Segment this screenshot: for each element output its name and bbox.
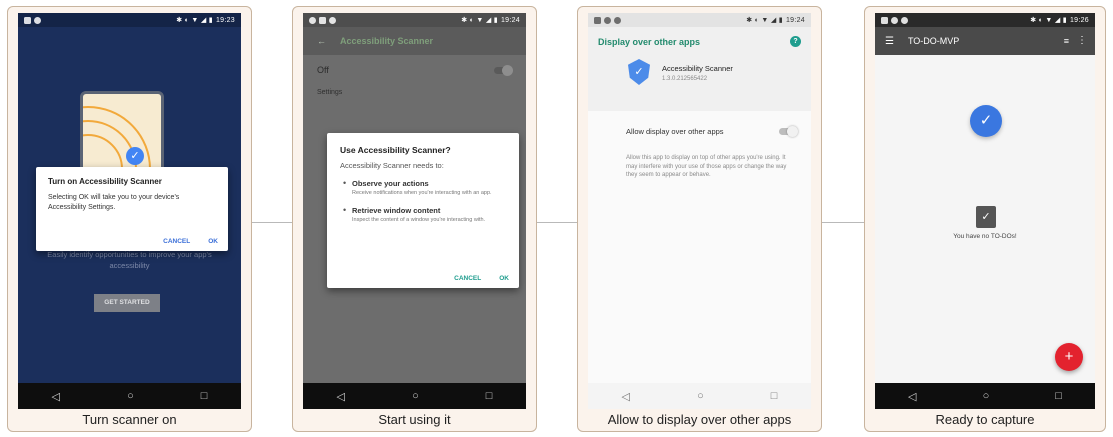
cancel-button[interactable]: CANCEL [163,238,190,245]
notification-icon [24,16,31,24]
connector-line [252,222,292,223]
tagline: Easily identify opportunities to improve… [47,250,212,270]
connector-line [822,222,864,223]
ok-button[interactable]: OK [208,238,218,245]
signal-icon: ✱ ◐ ▼ ◢ ▮ [461,17,498,24]
permission-item: Observe your actions Receive notificatio… [340,178,506,197]
navigation-bar: ◁ ○ □ [18,383,241,409]
scanner-check-icon[interactable]: ✓ [970,105,1002,137]
connector-line [537,222,577,223]
dialog-subtitle: Accessibility Scanner needs to: [340,161,444,170]
signal-icon: ✱ ◐ ▼ ◢ ▮ [1030,17,1067,24]
notification-icon [604,16,611,24]
empty-state-text: You have no TO-DOs! [953,233,1017,240]
navigation-bar: ◁ ○ □ [875,383,1095,409]
status-bar: ✱ ◐ ▼ ◢ ▮ 19:23 [18,13,241,27]
app-bar-title: TO-DO-MVP [907,36,960,46]
notification-icon [901,16,908,24]
phone-screen: ✱ ◐ ▼ ◢ ▮ 19:26 ☰ TO-DO-MVP ≡ ⋮ ✓ ✓ You h… [875,13,1095,409]
navigation-bar: ◁ ○ □ [303,383,526,409]
home-icon[interactable]: ○ [697,390,704,402]
status-bar: ✱ ◐ ▼ ◢ ▮ 19:24 [303,13,526,27]
dialog-body: Selecting OK will take you to your devic… [48,194,180,211]
permission-item: Retrieve window content Inspect the cont… [340,205,506,224]
menu-icon[interactable]: ☰ [885,36,894,47]
shield-check-icon: ✓ [628,59,650,85]
back-icon[interactable]: ◁ [337,390,345,403]
status-time: 19:23 [215,16,235,24]
phone-screen: ✱ ◐ ▼ ◢ ▮ 19:24 Display over other apps ?… [588,13,811,409]
home-icon[interactable]: ○ [983,390,990,402]
notification-icon [891,16,898,24]
back-icon[interactable]: ◁ [52,390,60,403]
add-todo-button[interactable]: + [1055,343,1083,371]
notification-icon [881,16,888,24]
check-icon: ✓ [126,147,144,165]
turn-on-dialog: Turn on Accessibility Scanner Selecting … [36,167,228,251]
service-toggle-row[interactable]: Off [303,55,526,85]
status-bar: ✱ ◐ ▼ ◢ ▮ 19:26 [875,13,1095,27]
dialog-title: Turn on Accessibility Scanner [48,177,162,186]
panel-caption: Ready to capture [935,412,1035,427]
app-version: 1.3.0.212565422 [662,76,708,82]
filter-icon[interactable]: ≡ [1064,36,1069,46]
notification-icon [309,16,316,24]
panel-caption: Start using it [378,412,451,427]
app-bar: ☰ TO-DO-MVP ≡ ⋮ [875,27,1095,55]
help-icon[interactable]: ? [790,36,801,47]
app-bar: ← Accessibility Scanner [303,27,526,55]
status-time: 19:24 [500,16,520,24]
ok-button[interactable]: OK [499,275,509,282]
allow-display-row[interactable]: Allow display over other apps [588,121,811,141]
get-started-button[interactable]: GET STARTED [94,294,160,312]
settings-header: Display over other apps ? ✓ Accessibilit… [588,27,811,111]
allow-description: Allow this app to display on top of othe… [626,155,787,178]
use-scanner-dialog: Use Accessibility Scanner? Accessibility… [327,133,519,288]
panel-display-over-apps: ✱ ◐ ▼ ◢ ▮ 19:24 Display over other apps ?… [577,6,822,432]
phone-screen: ✱ ◐ ▼ ◢ ▮ 19:24 ← Accessibility Scanner O… [303,13,526,409]
page-title: Display over other apps [598,37,701,47]
signal-icon: ✱ ◐ ▼ ◢ ▮ [746,17,783,24]
notification-icon [614,16,621,24]
home-icon[interactable]: ○ [127,390,134,402]
clipboard-icon: ✓ [976,206,996,228]
recents-icon[interactable]: □ [486,390,493,402]
allow-toggle[interactable] [779,125,798,137]
phone-screen: ✱ ◐ ▼ ◢ ▮ 19:23 ✓ Easily identify opportu… [18,13,241,409]
status-time: 19:24 [785,16,805,24]
allow-label: Allow display over other apps [626,126,724,136]
notification-icon [594,16,601,24]
navigation-bar: ◁ ○ □ [588,383,811,409]
status-time: 19:26 [1069,16,1089,24]
signal-icon: ✱ ◐ ▼ ◢ ▮ [176,17,213,24]
app-name: Accessibility Scanner [662,64,733,73]
toggle-label: Off [317,65,329,75]
panel-ready-to-capture: ✱ ◐ ▼ ◢ ▮ 19:26 ☰ TO-DO-MVP ≡ ⋮ ✓ ✓ You h… [864,6,1106,432]
home-icon[interactable]: ○ [412,390,419,402]
notification-icon [329,16,336,24]
service-toggle[interactable] [494,64,513,76]
recents-icon[interactable]: □ [1055,390,1062,402]
back-arrow-icon[interactable]: ← [317,36,326,46]
settings-item[interactable]: Settings [303,85,526,100]
more-icon[interactable]: ⋮ [1077,35,1087,46]
dialog-title: Use Accessibility Scanner? [340,145,451,155]
app-bar-title: Accessibility Scanner [340,36,434,46]
notification-icon [34,16,41,24]
onboarding-sequence: ✱ ◐ ▼ ◢ ▮ 19:23 ✓ Easily identify opportu… [0,0,1113,437]
back-icon[interactable]: ◁ [622,390,630,403]
cancel-button[interactable]: CANCEL [454,275,481,282]
notification-icon [319,16,326,24]
back-icon[interactable]: ◁ [908,390,916,403]
panel-start-using: ✱ ◐ ▼ ◢ ▮ 19:24 ← Accessibility Scanner O… [292,6,537,432]
status-bar: ✱ ◐ ▼ ◢ ▮ 19:24 [588,13,811,27]
panel-caption: Allow to display over other apps [607,412,792,427]
panel-turn-scanner-on: ✱ ◐ ▼ ◢ ▮ 19:23 ✓ Easily identify opportu… [7,6,252,432]
recents-icon[interactable]: □ [201,390,208,402]
recents-icon[interactable]: □ [771,390,778,402]
panel-caption: Turn scanner on [82,412,177,427]
